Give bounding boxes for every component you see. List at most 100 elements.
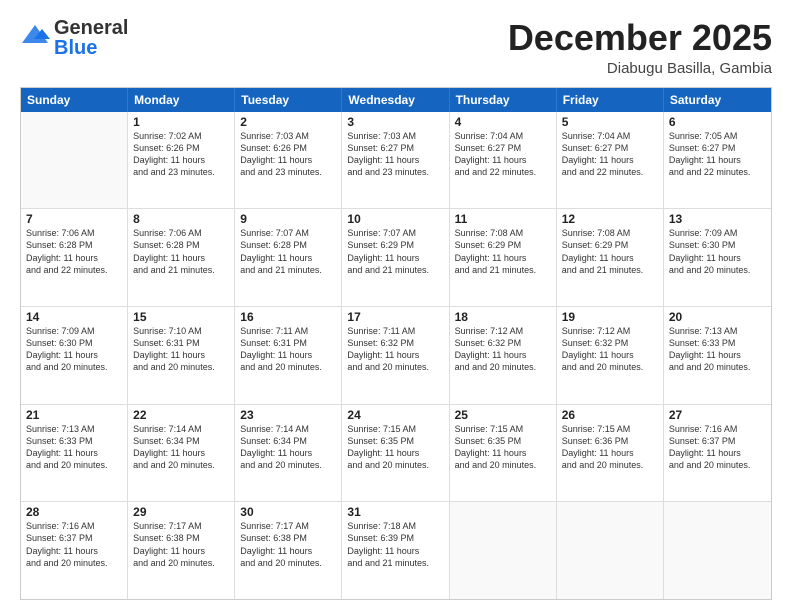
daylight-text: Daylight: 11 hours [26,252,122,264]
daylight-text-2: and and 22 minutes. [669,166,766,178]
day-number: 22 [133,408,229,422]
daylight-text-2: and and 20 minutes. [240,459,336,471]
sunset-text: Sunset: 6:35 PM [347,435,443,447]
daylight-text-2: and and 23 minutes. [240,166,336,178]
weekday-header-friday: Friday [557,88,664,112]
calendar-cell [450,502,557,599]
sunrise-text: Sunrise: 7:16 AM [669,423,766,435]
sunrise-text: Sunrise: 7:13 AM [669,325,766,337]
sunset-text: Sunset: 6:28 PM [133,239,229,251]
sunset-text: Sunset: 6:26 PM [240,142,336,154]
daylight-text: Daylight: 11 hours [133,545,229,557]
daylight-text-2: and and 22 minutes. [455,166,551,178]
sunrise-text: Sunrise: 7:18 AM [347,520,443,532]
day-number: 9 [240,212,336,226]
sunset-text: Sunset: 6:32 PM [562,337,658,349]
daylight-text-2: and and 20 minutes. [133,361,229,373]
daylight-text-2: and and 20 minutes. [669,361,766,373]
daylight-text-2: and and 20 minutes. [240,361,336,373]
daylight-text-2: and and 20 minutes. [240,557,336,569]
daylight-text: Daylight: 11 hours [562,154,658,166]
daylight-text-2: and and 21 minutes. [347,264,443,276]
sunrise-text: Sunrise: 7:07 AM [240,227,336,239]
sunrise-text: Sunrise: 7:13 AM [26,423,122,435]
sunset-text: Sunset: 6:31 PM [240,337,336,349]
day-number: 31 [347,505,443,519]
calendar-cell: 28Sunrise: 7:16 AMSunset: 6:37 PMDayligh… [21,502,128,599]
daylight-text: Daylight: 11 hours [26,447,122,459]
sunset-text: Sunset: 6:27 PM [455,142,551,154]
sunrise-text: Sunrise: 7:04 AM [455,130,551,142]
day-number: 10 [347,212,443,226]
daylight-text: Daylight: 11 hours [562,447,658,459]
day-number: 16 [240,310,336,324]
daylight-text-2: and and 21 minutes. [133,264,229,276]
day-number: 6 [669,115,766,129]
daylight-text-2: and and 20 minutes. [26,557,122,569]
day-number: 18 [455,310,551,324]
daylight-text-2: and and 20 minutes. [26,459,122,471]
weekday-header-saturday: Saturday [664,88,771,112]
calendar-cell: 30Sunrise: 7:17 AMSunset: 6:38 PMDayligh… [235,502,342,599]
daylight-text: Daylight: 11 hours [562,252,658,264]
sunrise-text: Sunrise: 7:17 AM [133,520,229,532]
day-number: 21 [26,408,122,422]
day-number: 23 [240,408,336,422]
day-number: 26 [562,408,658,422]
day-number: 13 [669,212,766,226]
daylight-text: Daylight: 11 hours [347,349,443,361]
sunset-text: Sunset: 6:27 PM [347,142,443,154]
daylight-text: Daylight: 11 hours [669,447,766,459]
calendar: SundayMondayTuesdayWednesdayThursdayFrid… [20,87,772,600]
sunset-text: Sunset: 6:39 PM [347,532,443,544]
sunset-text: Sunset: 6:38 PM [240,532,336,544]
calendar-row-3: 14Sunrise: 7:09 AMSunset: 6:30 PMDayligh… [21,306,771,404]
calendar-cell: 6Sunrise: 7:05 AMSunset: 6:27 PMDaylight… [664,112,771,209]
daylight-text: Daylight: 11 hours [240,545,336,557]
sunrise-text: Sunrise: 7:04 AM [562,130,658,142]
daylight-text: Daylight: 11 hours [347,545,443,557]
sunrise-text: Sunrise: 7:15 AM [562,423,658,435]
weekday-header-thursday: Thursday [450,88,557,112]
daylight-text: Daylight: 11 hours [133,154,229,166]
calendar-cell [21,112,128,209]
calendar-cell [557,502,664,599]
calendar-row-4: 21Sunrise: 7:13 AMSunset: 6:33 PMDayligh… [21,404,771,502]
calendar-cell: 7Sunrise: 7:06 AMSunset: 6:28 PMDaylight… [21,209,128,306]
logo-icon [20,21,50,56]
calendar-body: 1Sunrise: 7:02 AMSunset: 6:26 PMDaylight… [21,112,771,599]
day-number: 14 [26,310,122,324]
calendar-cell: 21Sunrise: 7:13 AMSunset: 6:33 PMDayligh… [21,405,128,502]
day-number: 29 [133,505,229,519]
sunset-text: Sunset: 6:32 PM [347,337,443,349]
sunrise-text: Sunrise: 7:15 AM [455,423,551,435]
calendar-cell: 24Sunrise: 7:15 AMSunset: 6:35 PMDayligh… [342,405,449,502]
daylight-text: Daylight: 11 hours [455,154,551,166]
daylight-text-2: and and 21 minutes. [240,264,336,276]
sunrise-text: Sunrise: 7:16 AM [26,520,122,532]
daylight-text-2: and and 22 minutes. [562,166,658,178]
daylight-text-2: and and 20 minutes. [26,361,122,373]
sunset-text: Sunset: 6:33 PM [26,435,122,447]
weekday-header-monday: Monday [128,88,235,112]
sunrise-text: Sunrise: 7:05 AM [669,130,766,142]
calendar-row-5: 28Sunrise: 7:16 AMSunset: 6:37 PMDayligh… [21,501,771,599]
calendar-cell: 17Sunrise: 7:11 AMSunset: 6:32 PMDayligh… [342,307,449,404]
calendar-cell: 26Sunrise: 7:15 AMSunset: 6:36 PMDayligh… [557,405,664,502]
daylight-text: Daylight: 11 hours [133,252,229,264]
day-number: 4 [455,115,551,129]
logo-general-text: General [54,18,128,38]
sunrise-text: Sunrise: 7:08 AM [562,227,658,239]
day-number: 12 [562,212,658,226]
calendar-cell [664,502,771,599]
logo-texts: General Blue [54,18,128,58]
calendar-cell: 3Sunrise: 7:03 AMSunset: 6:27 PMDaylight… [342,112,449,209]
location: Diabugu Basilla, Gambia [508,60,772,77]
day-number: 8 [133,212,229,226]
calendar-row-1: 1Sunrise: 7:02 AMSunset: 6:26 PMDaylight… [21,112,771,209]
day-number: 25 [455,408,551,422]
sunrise-text: Sunrise: 7:10 AM [133,325,229,337]
sunrise-text: Sunrise: 7:17 AM [240,520,336,532]
daylight-text-2: and and 20 minutes. [562,361,658,373]
daylight-text-2: and and 20 minutes. [669,264,766,276]
